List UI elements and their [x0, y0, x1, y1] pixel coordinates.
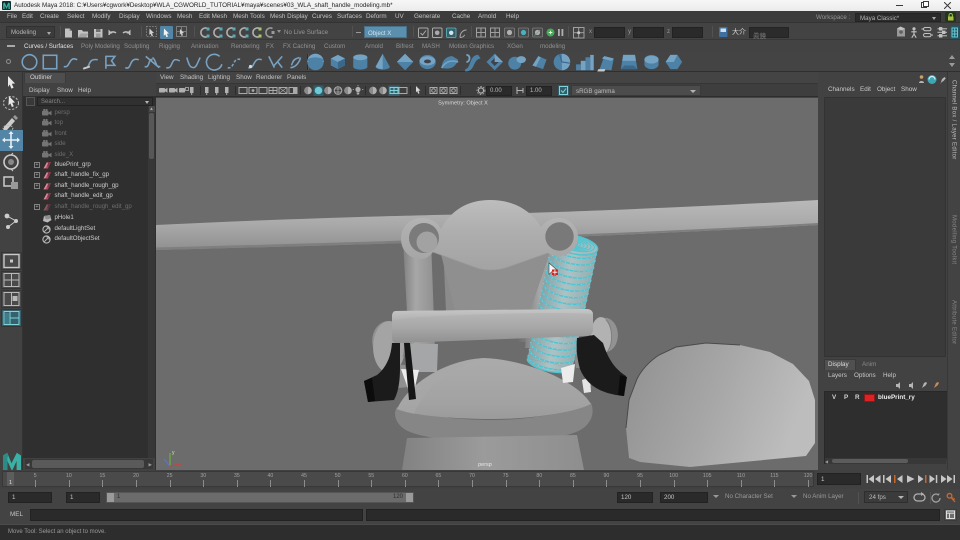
svg-text:Symmetry: Object X: Symmetry: Object X — [438, 101, 488, 107]
svg-text:persp: persp — [478, 462, 492, 468]
